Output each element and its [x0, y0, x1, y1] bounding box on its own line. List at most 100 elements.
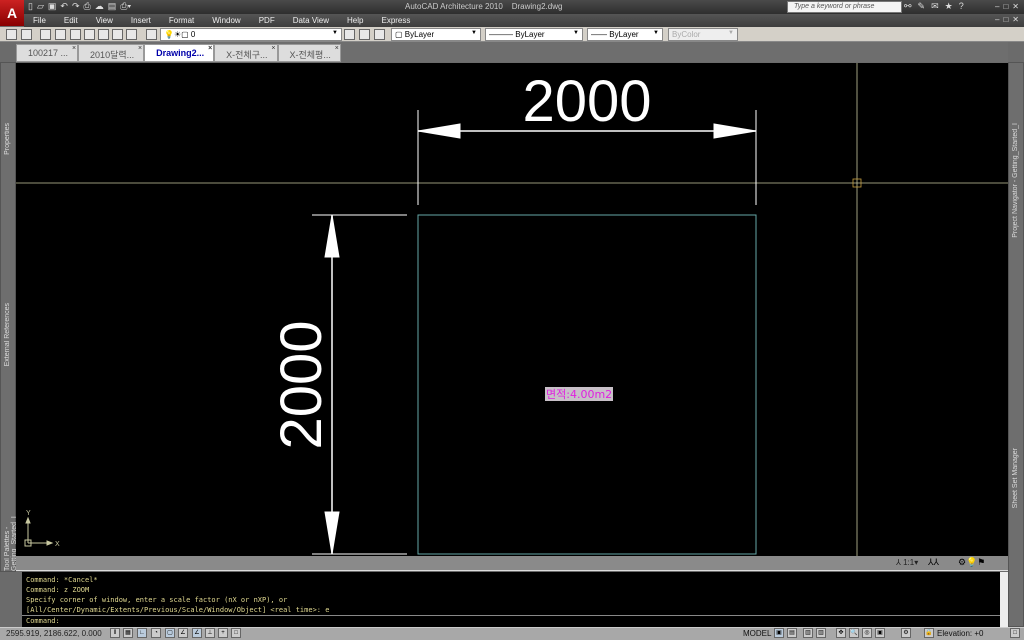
close-icon[interactable]: ×: [138, 45, 142, 52]
close-icon[interactable]: ✕: [1012, 15, 1019, 24]
menu-insert[interactable]: Insert: [122, 14, 160, 27]
application-menu-button[interactable]: A: [0, 0, 24, 26]
minimize-icon[interactable]: –: [995, 15, 999, 24]
palette-external-references[interactable]: External References: [4, 303, 11, 366]
open-icon[interactable]: ▱: [37, 1, 44, 13]
dyn-button[interactable]: +: [218, 628, 228, 638]
search-input[interactable]: Type a keyword or phrase: [787, 1, 902, 13]
workspace-icons[interactable]: ⚙💡⚑: [958, 557, 985, 568]
publish-icon[interactable]: ☁: [95, 1, 104, 13]
restore-icon[interactable]: □: [1003, 15, 1008, 24]
tab-x-structure[interactable]: X-전체구... ×: [214, 44, 278, 62]
layer-states-icon[interactable]: [374, 29, 385, 40]
quick-view-layouts-icon[interactable]: ▥: [803, 628, 813, 638]
settings-icon[interactable]: ⚙: [901, 628, 911, 638]
command-scrollbar[interactable]: [1000, 572, 1008, 627]
open-folder-icon[interactable]: [6, 29, 17, 40]
wrench-icon[interactable]: ✎: [918, 1, 926, 12]
lineweight-button[interactable]: □: [231, 628, 241, 638]
layer-dropdown[interactable]: 💡☀▢ 0 ▼: [160, 28, 342, 41]
grid-button[interactable]: ▦: [123, 628, 133, 638]
layout-icon[interactable]: ▤: [787, 628, 797, 638]
minimize-icon[interactable]: –: [995, 2, 999, 11]
menu-pdf[interactable]: PDF: [250, 14, 284, 27]
otrack-button[interactable]: ∠: [192, 628, 202, 638]
layer-previous-icon[interactable]: [359, 29, 370, 40]
text-style-icon[interactable]: [55, 29, 66, 40]
palette-properties[interactable]: Properties: [4, 123, 11, 155]
quick-view-drawings-icon[interactable]: ▥: [816, 628, 826, 638]
ortho-button[interactable]: ∟: [137, 628, 147, 638]
coordinate-readout[interactable]: 2595.919, 2186.622, 0.000: [6, 629, 102, 638]
zoom-icon[interactable]: 🔍: [849, 628, 859, 638]
tab-x-plan[interactable]: X-전체평... ×: [277, 44, 341, 62]
menu-edit[interactable]: Edit: [55, 14, 87, 27]
binoculars-icon[interactable]: ⚯: [904, 1, 912, 12]
menu-format[interactable]: Format: [160, 14, 203, 27]
close-icon[interactable]: ✕: [1012, 2, 1019, 11]
help-icon[interactable]: ?: [959, 1, 964, 12]
dbx-icon[interactable]: [98, 29, 109, 40]
plot-icon[interactable]: ⎙▾: [120, 1, 131, 13]
block-icon[interactable]: [70, 29, 81, 40]
close-icon[interactable]: ×: [72, 45, 76, 52]
restore-icon[interactable]: □: [1003, 2, 1008, 11]
clean-screen-icon[interactable]: □: [1010, 628, 1020, 638]
star-icon[interactable]: ★: [945, 1, 953, 12]
tab-drawing2[interactable]: Drawing2... ×: [144, 44, 215, 62]
undo-icon[interactable]: ↶: [60, 1, 68, 13]
steering-wheel-icon[interactable]: ◎: [862, 628, 872, 638]
osnap-button[interactable]: ▢: [165, 628, 175, 638]
layer-properties-icon[interactable]: [146, 29, 157, 40]
edit-icon[interactable]: [40, 29, 51, 40]
print-icon[interactable]: ⎙: [83, 1, 90, 13]
close-icon[interactable]: ×: [208, 45, 212, 52]
annotation-scale[interactable]: ⅄ 1:1▾: [896, 558, 918, 567]
3d-osnap-button[interactable]: ∠: [178, 628, 188, 638]
polar-button[interactable]: ◔: [151, 628, 161, 638]
comm-center-icon[interactable]: ✉: [931, 1, 939, 12]
drawing-canvas[interactable]: 2000 2000 면적:4.00m2 X Y: [16, 63, 1008, 556]
save-icon[interactable]: ▣: [48, 1, 57, 13]
annotation-strip: ⅄ 1:1▾ ⅄⅄ ⚙💡⚑: [16, 556, 1008, 571]
room-rectangle[interactable]: [417, 214, 757, 555]
close-icon[interactable]: ×: [335, 45, 339, 52]
lineweight-dropdown[interactable]: —— ByLayer ▼: [587, 28, 663, 41]
linetype-dropdown[interactable]: ——— ByLayer ▼: [485, 28, 583, 41]
menu-express[interactable]: Express: [372, 14, 419, 27]
model-layout-icon[interactable]: ▣: [774, 628, 784, 638]
menu-data-view[interactable]: Data View: [284, 14, 338, 27]
document-title: Drawing2.dwg: [511, 2, 563, 11]
showmotion-icon[interactable]: ▣: [875, 628, 885, 638]
menu-view[interactable]: View: [87, 14, 122, 27]
redo-icon[interactable]: ↷: [72, 1, 80, 13]
model-space-button[interactable]: MODEL: [743, 629, 771, 638]
tab-2010-calendar[interactable]: 2010달력... ×: [78, 44, 145, 62]
vw-icon[interactable]: [126, 29, 137, 40]
ss-icon[interactable]: [112, 29, 123, 40]
color-dropdown[interactable]: ▢ ByLayer ▼: [391, 28, 481, 41]
new-icon[interactable]: ▯: [28, 1, 33, 13]
close-icon[interactable]: ×: [271, 45, 275, 52]
snap-button[interactable]: ⫴: [110, 628, 120, 638]
properties-icon[interactable]: ▤: [108, 1, 117, 13]
tab-100217[interactable]: 100217 ... ×: [16, 44, 79, 62]
plotstyle-dropdown[interactable]: ByColor ▼: [668, 28, 738, 41]
palette-sheet-set-manager[interactable]: Sheet Set Manager: [1012, 448, 1019, 508]
pan-icon[interactable]: ✥: [836, 628, 846, 638]
command-input[interactable]: Command:: [22, 615, 1000, 627]
chevron-down-icon: ▼: [332, 30, 338, 36]
lock-icon[interactable]: 🔒: [924, 628, 934, 638]
menu-help[interactable]: Help: [338, 14, 372, 27]
palette-project-navigator[interactable]: Project Navigator - Getting_Started_I: [1012, 123, 1019, 238]
annotation-visibility-icon[interactable]: ⅄⅄: [928, 557, 939, 568]
elevation-readout[interactable]: Elevation: +0: [937, 629, 983, 638]
menu-file[interactable]: File: [24, 14, 55, 27]
cd-icon[interactable]: [21, 29, 32, 40]
area-value: :4.00m2: [566, 388, 612, 401]
ducs-button[interactable]: ⊥: [205, 628, 215, 638]
menu-window[interactable]: Window: [203, 14, 249, 27]
dcl-icon[interactable]: [84, 29, 95, 40]
make-current-icon[interactable]: [344, 29, 355, 40]
chevron-down-icon: ▼: [653, 30, 659, 36]
